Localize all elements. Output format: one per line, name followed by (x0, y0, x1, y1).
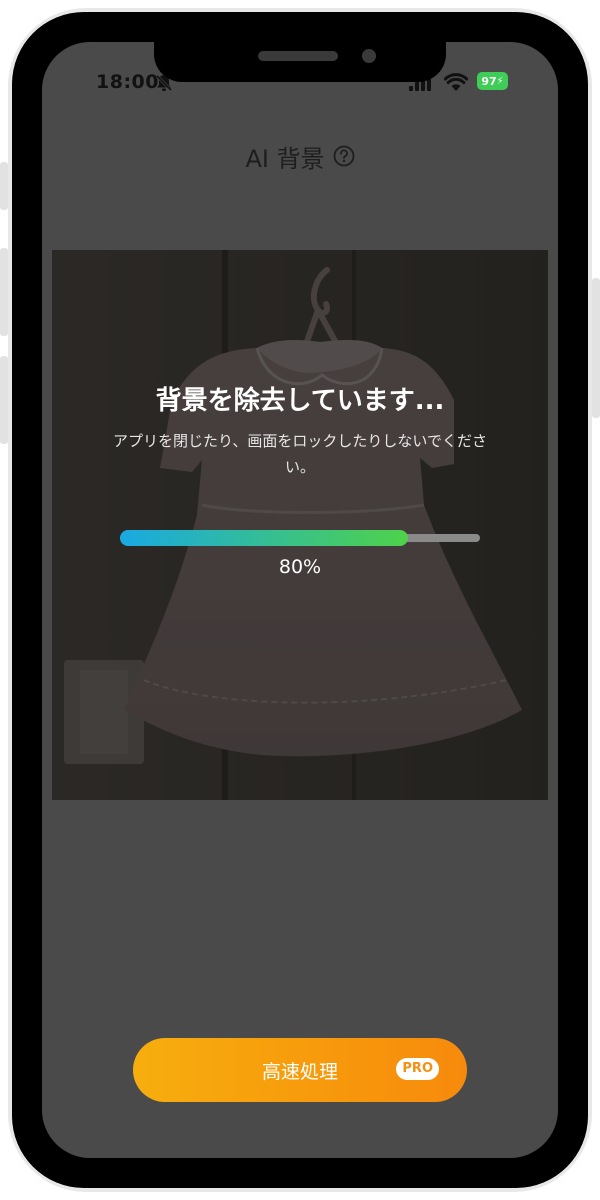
earpiece-speaker (258, 51, 338, 61)
question-circle-icon[interactable] (333, 145, 355, 167)
front-camera (362, 49, 376, 63)
side-button-mute (0, 162, 8, 210)
side-button-volume-up (0, 248, 8, 336)
battery-indicator: 97 ⚡ (477, 72, 508, 90)
page-title: AI 背景 (245, 144, 325, 173)
processing-message: アプリを閉じたり、画面をロックしたりしないでください。 (113, 432, 487, 476)
processing-title: 背景を除去しています... (155, 386, 445, 416)
battery-level: 97 (481, 74, 497, 88)
fast-process-label: 高速処理 (261, 1060, 338, 1083)
wifi-icon (444, 73, 468, 91)
progress-bar (120, 530, 480, 546)
source-photo: 背景を除去しています... アプリを閉じたり、画面をロックしたりしないでください… (52, 250, 548, 800)
processing-overlay (52, 250, 548, 800)
pro-badge: PRO (396, 1058, 439, 1080)
side-button-volume-down (0, 356, 8, 444)
header: AI 背景 (42, 136, 558, 176)
fast-process-button[interactable]: 高速処理 PRO (133, 1038, 467, 1102)
notch (154, 40, 446, 82)
status-time: 18:00 (96, 71, 159, 93)
side-button-power (592, 278, 600, 418)
progress-percent: 80% (278, 556, 322, 578)
app-screen: 18:00 97 ⚡ AI 背景 背景を除去しています... アプリを閉じたり、… (42, 42, 558, 1158)
charging-bolt-icon: ⚡ (496, 75, 504, 87)
progress-fill (120, 530, 408, 546)
